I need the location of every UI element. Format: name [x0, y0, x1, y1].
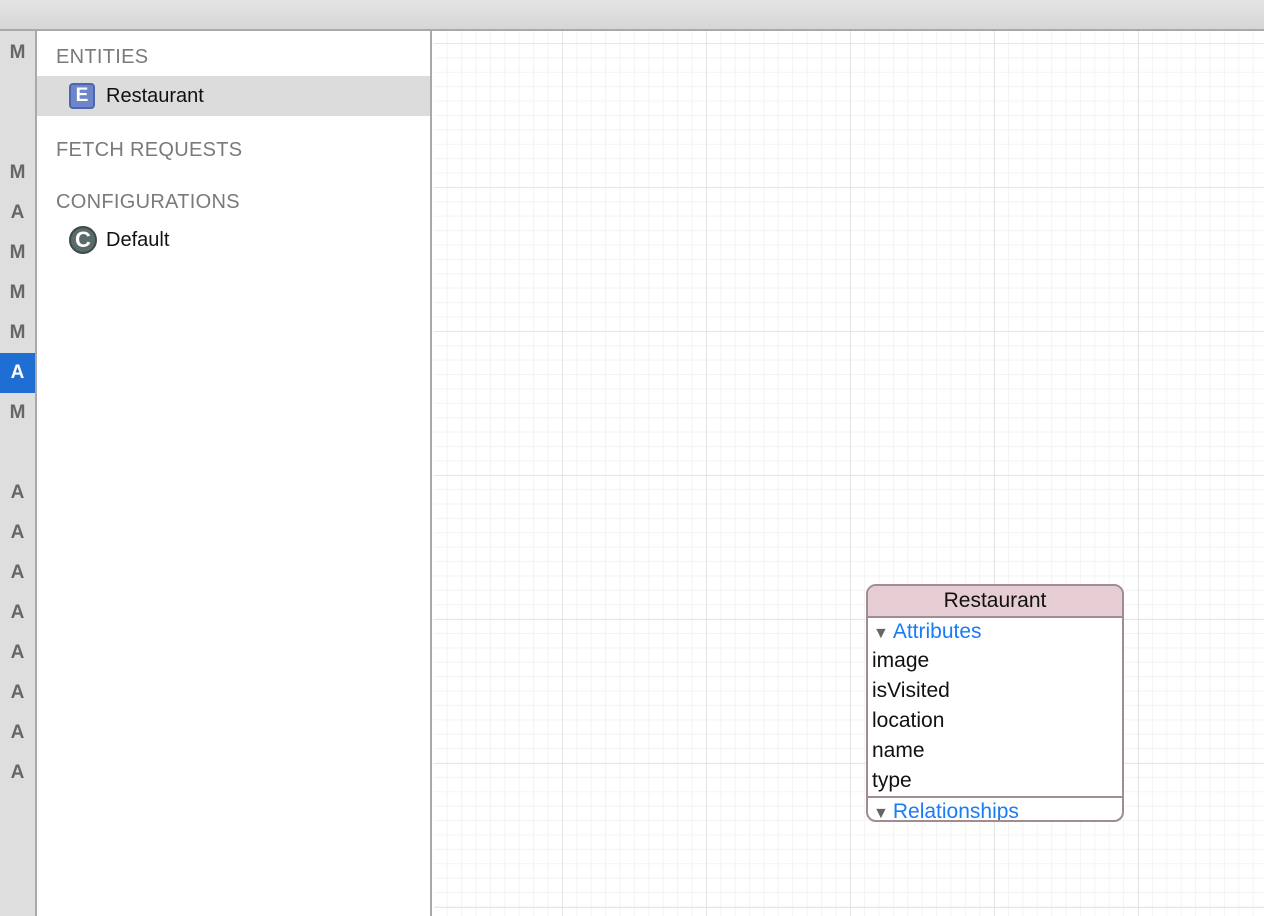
gutter-marker[interactable]: A: [0, 473, 35, 513]
gutter-marker[interactable]: A: [0, 193, 35, 233]
gutter-marker[interactable]: A: [0, 633, 35, 673]
attribute-row[interactable]: type: [868, 766, 1122, 796]
relationships-group[interactable]: ▼ Relationships: [868, 796, 1122, 822]
entities-header: ENTITIES: [56, 46, 149, 68]
gutter-marker[interactable]: A: [0, 353, 35, 393]
gutter-marker[interactable]: M: [0, 273, 35, 313]
configuration-item-default[interactable]: C Default: [37, 220, 430, 260]
relationships-label: Relationships: [892, 800, 1019, 822]
attribute-row[interactable]: image: [868, 646, 1122, 676]
navigator-panel: ENTITIES E Restaurant FETCH REQUESTS CON…: [37, 31, 432, 916]
entity-label: Restaurant: [106, 84, 204, 107]
entity-icon: E: [69, 83, 95, 109]
diagram-canvas[interactable]: [434, 31, 1264, 916]
gutter-marker[interactable]: M: [0, 33, 35, 73]
configuration-icon: C: [69, 226, 97, 254]
attributes-group[interactable]: ▼ Attributes: [868, 618, 1122, 646]
gutter-marker[interactable]: M: [0, 153, 35, 193]
attributes-label: Attributes: [892, 620, 982, 643]
gutter-marker[interactable]: A: [0, 673, 35, 713]
attribute-row[interactable]: name: [868, 736, 1122, 766]
entity-title: Restaurant: [868, 586, 1122, 618]
gutter-marker[interactable]: A: [0, 593, 35, 633]
entity-box-restaurant[interactable]: Restaurant ▼ Attributes image isVisited loc…: [866, 584, 1124, 822]
gutter-marker[interactable]: M: [0, 393, 35, 433]
disclosure-triangle-icon[interactable]: ▼: [873, 805, 889, 820]
gutter-marker[interactable]: A: [0, 553, 35, 593]
toolbar: [0, 0, 1264, 31]
gutter: MMAMMMAMAAAAAAAA: [0, 31, 37, 916]
disclosure-triangle-icon[interactable]: ▼: [873, 625, 889, 642]
configurations-header: CONFIGURATIONS: [56, 191, 240, 213]
entity-item-restaurant[interactable]: E Restaurant: [37, 76, 430, 116]
gutter-marker[interactable]: A: [0, 713, 35, 753]
attribute-row[interactable]: location: [868, 706, 1122, 736]
gutter-marker[interactable]: M: [0, 233, 35, 273]
configuration-label: Default: [106, 228, 170, 251]
attribute-row[interactable]: isVisited: [868, 676, 1122, 706]
gutter-marker[interactable]: A: [0, 753, 35, 793]
fetch-requests-header: FETCH REQUESTS: [56, 139, 243, 161]
gutter-marker[interactable]: A: [0, 513, 35, 553]
gutter-marker[interactable]: M: [0, 313, 35, 353]
